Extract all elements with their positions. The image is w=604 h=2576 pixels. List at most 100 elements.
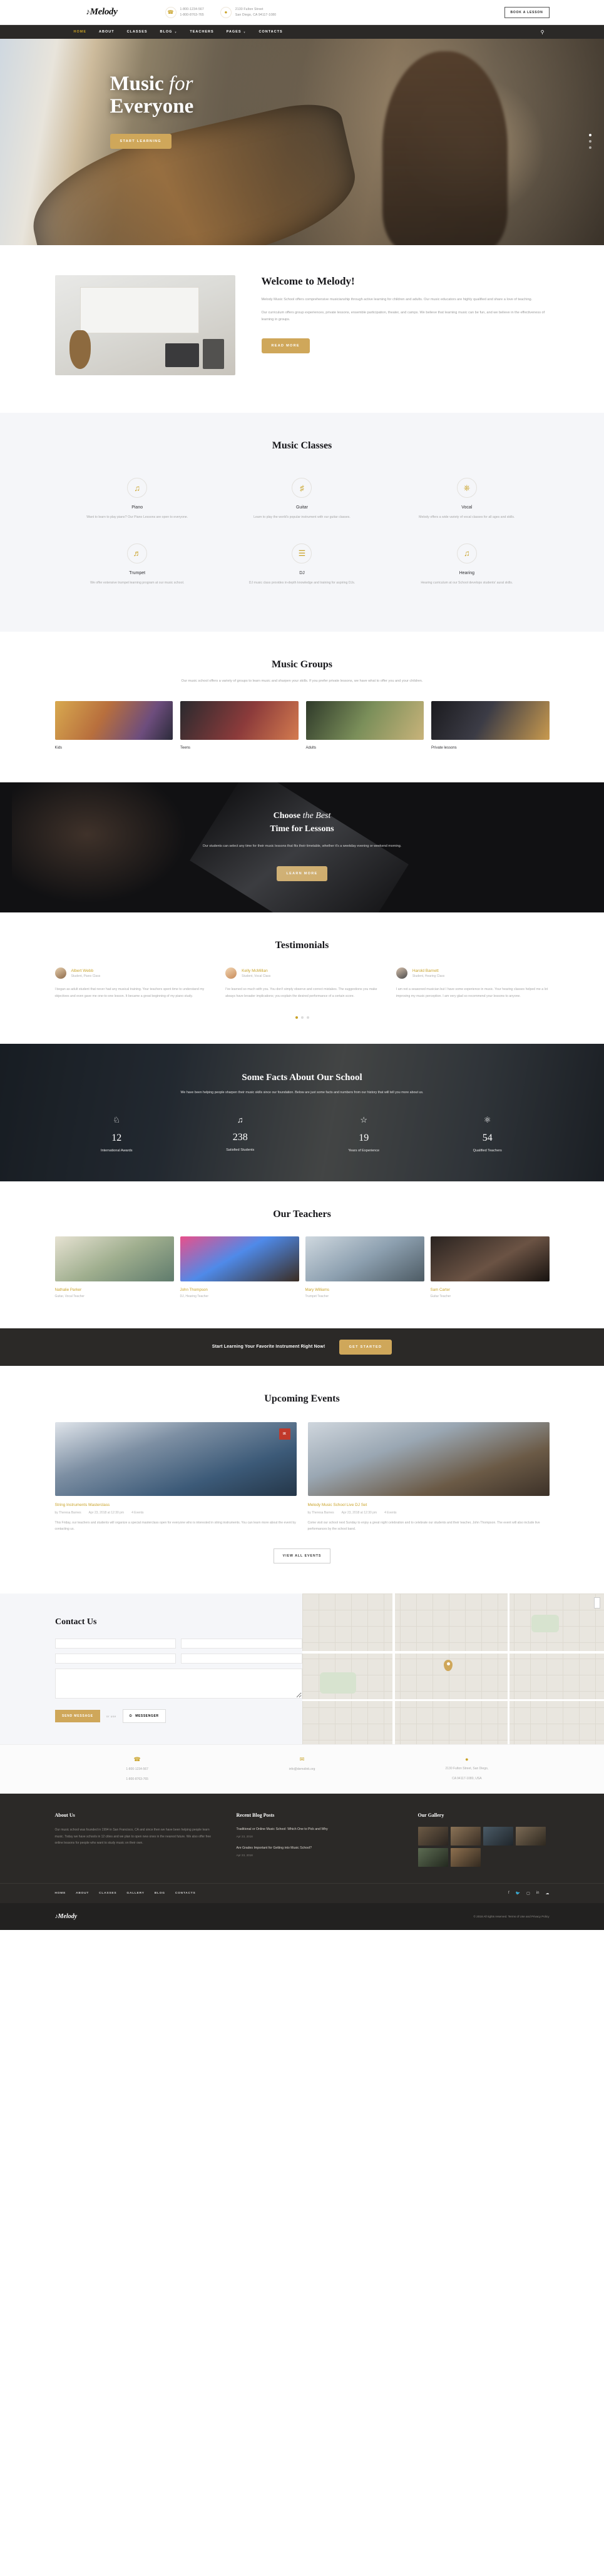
gallery-thumb[interactable] [483,1827,513,1846]
phone-secondary[interactable]: 1-800-8763-765 [180,13,204,18]
testimonial-author: Harold Barnett [412,968,439,973]
testimonials-title: Testimonials [275,940,329,951]
topbar-address: ● 2130 Fulton Street San Diego, CA 94117… [220,6,276,18]
class-description: We offer extensive trumpet learning prog… [90,580,185,585]
choose-time-title: Choose the Best Time for Lessons [270,811,334,834]
teacher-card[interactable]: Sam Carter Guitar Teacher [430,1236,550,1298]
contact-subject-input[interactable] [55,1654,177,1664]
fact-label: International Awards [100,1148,133,1153]
copyright-text: © 2018 All rights reserved. Terms of Use… [473,1915,550,1919]
class-card-guitar[interactable]: ♯ Guitar Learn to play the world's popul… [220,469,384,535]
send-message-button[interactable]: SEND MESSAGE [55,1710,100,1723]
hero-dot-2[interactable] [589,139,591,143]
group-name: Teens [180,746,191,750]
facebook-icon[interactable]: f [508,1891,509,1896]
testimonial-dot-2[interactable] [300,1016,304,1019]
map-zoom-controls[interactable] [594,1597,600,1609]
footer-nav-blog[interactable]: BLOG [155,1892,165,1895]
view-all-events-button[interactable]: VIEW ALL EVENTS [273,1548,331,1564]
footer-nav-gallery[interactable]: GALLERY [126,1892,144,1895]
rss-icon[interactable]: ☁ [546,1891,550,1896]
hero-dot-3[interactable] [589,146,591,149]
class-card-hearing[interactable]: ♫ Hearing Hearing curriculum at our Scho… [384,535,549,600]
site-logo[interactable]: ♪Melody [55,7,149,18]
class-card-vocal[interactable]: ⎈ Vocal Melody offers a wide variety of … [384,469,549,535]
contact-email-input[interactable] [181,1639,302,1649]
nav-item-home[interactable]: HOME [74,30,87,34]
contact-message-textarea[interactable] [55,1669,302,1699]
gallery-thumb[interactable] [417,1827,448,1846]
twitter-icon[interactable]: 🐦 [516,1891,520,1896]
star-icon: ☆ [360,1114,368,1124]
contact-info-strip: ☎ 1-800-1234-567 1-800-8763-765 ✉ info@d… [0,1744,604,1794]
testimonial-role: Student, Hearing Class [412,974,445,978]
start-learning-button[interactable]: START LEARNING [110,134,171,149]
contact-name-input[interactable] [55,1639,177,1649]
footer-post-date: Apr 23, 2018 [236,1853,253,1857]
nav-item-contacts[interactable]: CONTACTS [259,30,283,34]
contact-phone-2[interactable]: 1-800-8763-765 [55,1777,220,1783]
contact-email[interactable]: info@demolink.org [220,1767,384,1773]
hero-dot-1[interactable] [589,133,591,136]
event-title[interactable]: Melody Music School Live DJ Set [308,1503,550,1507]
footer-nav-about[interactable]: ABOUT [76,1892,89,1895]
gallery-thumb[interactable] [450,1827,481,1846]
testimonial-dot-1[interactable] [295,1016,298,1019]
contact-phone-input[interactable] [181,1654,302,1664]
gallery-thumb[interactable] [417,1848,448,1867]
group-card-private-lessons[interactable]: Private lessons [431,701,550,750]
group-card-adults[interactable]: Adults [305,701,424,750]
gallery-thumb[interactable] [450,1848,481,1867]
testimonials-slider-dots[interactable] [55,1016,550,1019]
map-pin-icon: ● [465,1756,469,1763]
footer-blog-post[interactable]: Traditional or Online Music School: Whic… [237,1827,399,1838]
class-description: DJ music class provides in-depth knowled… [248,580,356,585]
linkedin-icon[interactable]: in [536,1891,540,1896]
hero-slider-dots[interactable] [589,133,591,149]
search-icon[interactable]: ⚲ [541,29,550,35]
map-grid [302,1594,604,1745]
footer-logo[interactable]: ♪Melody [55,1913,78,1920]
contact-map[interactable] [302,1594,604,1745]
teacher-card[interactable]: Mary Williams Trumpet Teacher [305,1236,424,1298]
facts-subtitle: We have been helping people sharpen thei… [180,1090,424,1094]
messenger-button[interactable]: ⏻ MESSENGER [122,1709,166,1724]
gallery-thumb[interactable] [515,1827,546,1846]
teacher-name: Nathalie Parker [54,1287,82,1292]
class-name: Piano [131,505,143,510]
get-started-button[interactable]: GET STARTED [339,1339,392,1355]
event-card[interactable]: Melody Music School Live DJ Set by There… [307,1422,550,1532]
teacher-card[interactable]: John Thompson DJ, Hearing Teacher [180,1236,299,1298]
footer-post-title[interactable]: Are Grades Important for Getting into Mu… [237,1846,399,1851]
footer-blog-post[interactable]: Are Grades Important for Getting into Mu… [237,1846,399,1857]
event-title[interactable]: String Instruments Masterclass [55,1503,297,1507]
class-card-piano[interactable]: ♫ Piano Want to learn to play piano? Our… [55,469,220,535]
phone-primary[interactable]: 1-800-1234-567 [180,7,204,13]
fact-number: 12 [111,1132,122,1143]
fact-satisfied-students: ♫ 238 Satisfied Students [178,1115,302,1153]
read-more-button[interactable]: READ MORE [261,338,310,354]
book-a-lesson-button[interactable]: BOOK A LESSON [504,6,550,18]
class-card-dj[interactable]: ☰ DJ DJ music class provides in-depth kn… [220,535,384,600]
music-note-icon: ♫ [127,478,148,498]
class-card-trumpet[interactable]: ♬ Trumpet We offer extensive trumpet lea… [55,535,220,600]
nav-item-blog[interactable]: BLOG ▼ [160,30,178,34]
footer-nav-home[interactable]: HOME [55,1892,66,1895]
nav-item-pages[interactable]: PAGES ▼ [227,30,247,34]
event-comments: 4 Events [131,1510,144,1515]
teacher-card[interactable]: Nathalie Parker Guitar, Vocal Teacher [54,1236,174,1298]
nav-item-teachers[interactable]: TEACHERS [190,30,213,34]
event-card[interactable]: IX String Instruments Masterclass by The… [54,1422,297,1532]
footer-nav-contacts[interactable]: CONTACTS [175,1892,196,1895]
group-card-kids[interactable]: Kids [54,701,173,750]
instagram-icon[interactable]: ▢ [526,1891,530,1896]
testimonial-dot-3[interactable] [306,1016,309,1019]
footer-post-title[interactable]: Traditional or Online Music School: Whic… [237,1827,399,1832]
group-card-teens[interactable]: Teens [180,701,299,750]
fact-number: 54 [482,1132,493,1143]
footer-nav-classes[interactable]: CLASSES [99,1892,116,1895]
nav-item-about[interactable]: ABOUT [99,30,115,34]
contact-phone-1[interactable]: 1-800-1234-567 [55,1767,220,1773]
fact-years-of-experience: ☆ 19 Years of Experience [302,1115,426,1153]
nav-item-classes[interactable]: CLASSES [127,30,148,34]
